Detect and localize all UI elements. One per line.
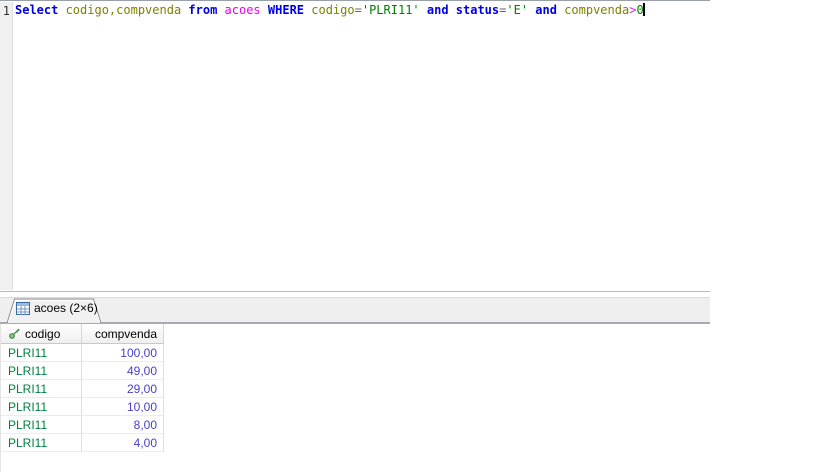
sql-token: codigo,compvenda — [65, 3, 189, 17]
cell-codigo[interactable]: PLRI11 — [1, 344, 82, 362]
sql-token: Select — [15, 3, 66, 17]
line-number: 1 — [2, 4, 10, 18]
cell-compvenda[interactable]: 100,00 — [82, 344, 164, 362]
column-header-codigo[interactable]: codigo — [1, 324, 82, 344]
sql-token: = — [354, 3, 362, 17]
cell-compvenda[interactable]: 49,00 — [82, 362, 164, 380]
sql-token: compvenda — [564, 3, 630, 17]
sql-token: acoes — [224, 3, 268, 17]
editor-gutter: 1 — [0, 2, 13, 290]
cell-codigo[interactable]: PLRI11 — [1, 416, 82, 434]
tab-acoes[interactable]: acoes (2×6) — [6, 298, 102, 323]
results-tab-bar: acoes (2×6) — [0, 297, 710, 324]
sql-token: 'E' — [506, 3, 536, 17]
table-row[interactable]: PLRI11 100,00 — [1, 344, 710, 362]
sql-token: status — [455, 3, 500, 17]
table-row[interactable]: PLRI11 29,00 — [1, 380, 710, 398]
sql-token: WHERE — [267, 3, 312, 17]
table-grid-icon — [16, 301, 30, 315]
grid-header-row: codigo compvenda — [1, 324, 710, 344]
table-row[interactable]: PLRI11 10,00 — [1, 398, 710, 416]
cell-codigo[interactable]: PLRI11 — [1, 434, 82, 452]
sql-editor[interactable]: 1 Select codigo,compvenda from acoes WHE… — [0, 0, 710, 292]
column-header-compvenda[interactable]: compvenda — [82, 324, 164, 344]
cell-compvenda[interactable]: 10,00 — [82, 398, 164, 416]
primary-key-icon — [9, 328, 20, 339]
sql-client-window: 1 Select codigo,compvenda from acoes WHE… — [0, 0, 710, 472]
sql-token: 'PLRI11' — [361, 3, 427, 17]
code-line[interactable]: Select codigo,compvenda from acoes WHERE… — [15, 3, 710, 18]
sql-token: from — [188, 3, 225, 17]
cell-codigo[interactable]: PLRI11 — [1, 398, 82, 416]
cell-compvenda[interactable]: 8,00 — [82, 416, 164, 434]
tab-label: acoes (2×6) — [34, 301, 98, 315]
sql-token: and — [426, 3, 456, 17]
results-grid: codigo compvenda PLRI11 100,00 PLRI11 49… — [0, 324, 710, 472]
sql-token: codigo — [311, 3, 355, 17]
cell-compvenda[interactable]: 29,00 — [82, 380, 164, 398]
table-row[interactable]: PLRI11 8,00 — [1, 416, 710, 434]
cell-compvenda[interactable]: 4,00 — [82, 434, 164, 452]
sql-token: and — [535, 3, 565, 17]
cell-codigo[interactable]: PLRI11 — [1, 380, 82, 398]
text-caret — [642, 3, 645, 16]
column-header-label: codigo — [25, 326, 61, 341]
table-row[interactable]: PLRI11 49,00 — [1, 362, 710, 380]
column-header-label: compvenda — [94, 326, 157, 341]
cell-codigo[interactable]: PLRI11 — [1, 362, 82, 380]
table-row[interactable]: PLRI11 4,00 — [1, 434, 710, 452]
